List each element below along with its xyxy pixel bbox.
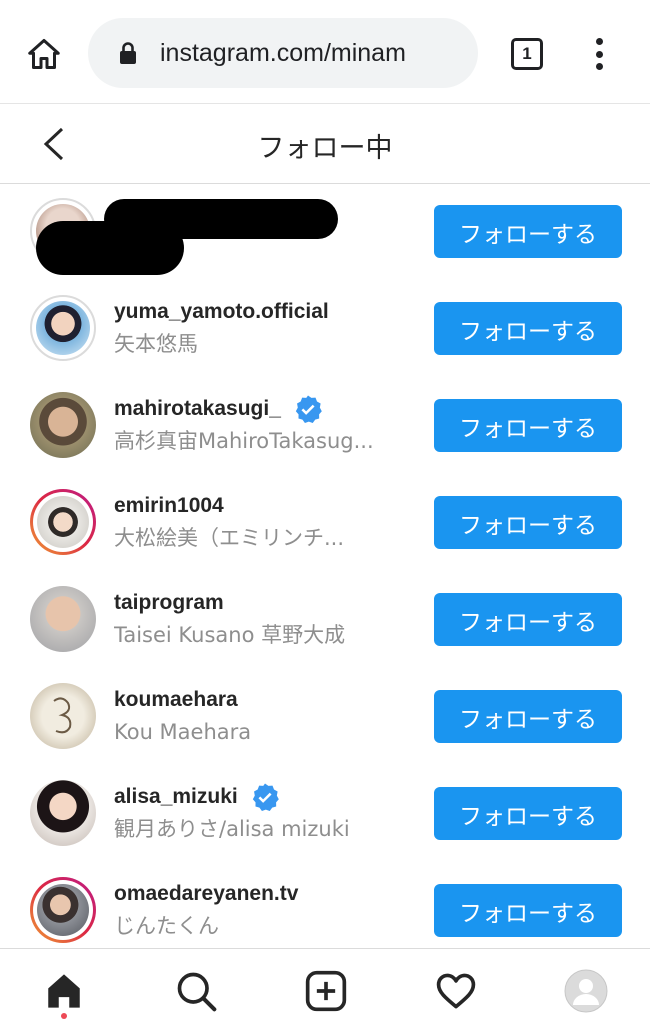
redaction-mark bbox=[36, 221, 184, 275]
home-icon[interactable] bbox=[40, 967, 88, 1015]
follow-button[interactable]: フォローする bbox=[434, 496, 622, 549]
list-item[interactable]: alisa_mizuki 観月ありさ/alisa mizuki フォローする bbox=[0, 767, 650, 864]
more-vert-icon[interactable] bbox=[586, 36, 612, 72]
full-name: Taisei Kusano 草野大成 bbox=[114, 623, 346, 647]
bottom-navigation bbox=[0, 948, 650, 1024]
home-icon[interactable] bbox=[22, 32, 66, 76]
list-item[interactable]: omaedareyanen.tv じんたくん フォローする bbox=[0, 864, 650, 947]
full-name: じんたくん bbox=[114, 914, 219, 938]
avatar[interactable] bbox=[30, 877, 96, 943]
follow-button[interactable]: フォローする bbox=[434, 690, 622, 743]
list-item[interactable]: taiprogram Taisei Kusano 草野大成 フォローする bbox=[0, 573, 650, 670]
lock-icon bbox=[116, 40, 140, 66]
search-icon[interactable] bbox=[172, 967, 220, 1015]
avatar[interactable] bbox=[30, 586, 96, 652]
follow-button[interactable]: フォローする bbox=[434, 205, 622, 258]
following-list: フォローする yuma_yamoto.official 矢本悠馬 フォローする … bbox=[0, 185, 650, 947]
full-name: 高杉真宙MahiroTakasug... bbox=[114, 429, 374, 453]
full-name: 大松絵美（エミリンチ... bbox=[114, 526, 345, 550]
follow-button[interactable]: フォローする bbox=[434, 593, 622, 646]
list-item[interactable]: mahirotakasugi_ 高杉真宙MahiroTakasug... フォロ… bbox=[0, 379, 650, 476]
full-name: Kou Maehara bbox=[114, 720, 252, 744]
page-title: フォロー中 bbox=[257, 133, 393, 164]
list-item[interactable]: フォローする bbox=[0, 185, 650, 282]
full-name: 観月ありさ/alisa mizuki bbox=[114, 817, 350, 841]
verified-badge-icon bbox=[250, 782, 280, 812]
profile-avatar-icon[interactable] bbox=[562, 967, 610, 1015]
active-indicator bbox=[61, 1013, 67, 1019]
username[interactable]: alisa_mizuki bbox=[114, 785, 238, 809]
list-item[interactable]: yuma_yamoto.official 矢本悠馬 フォローする bbox=[0, 282, 650, 379]
browser-toolbar: instagram.com/minam 1 bbox=[0, 0, 650, 104]
username[interactable]: taiprogram bbox=[114, 591, 224, 615]
full-name: 矢本悠馬 bbox=[114, 332, 198, 356]
avatar[interactable] bbox=[30, 295, 96, 361]
username[interactable]: yuma_yamoto.official bbox=[114, 300, 329, 324]
page-header: フォロー中 bbox=[0, 104, 650, 184]
list-item[interactable]: emirin1004 大松絵美（エミリンチ... フォローする bbox=[0, 476, 650, 573]
follow-button[interactable]: フォローする bbox=[434, 302, 622, 355]
url-text: instagram.com/minam bbox=[160, 38, 406, 67]
follow-button[interactable]: フォローする bbox=[434, 884, 622, 937]
activity-heart-icon[interactable] bbox=[432, 967, 480, 1015]
follow-button[interactable]: フォローする bbox=[434, 787, 622, 840]
tab-switcher-button[interactable]: 1 bbox=[511, 38, 543, 70]
username[interactable]: koumaehara bbox=[114, 688, 238, 712]
avatar[interactable] bbox=[30, 780, 96, 846]
follow-button[interactable]: フォローする bbox=[434, 399, 622, 452]
list-item[interactable]: koumaehara Kou Maehara フォローする bbox=[0, 670, 650, 767]
verified-badge-icon bbox=[293, 394, 323, 424]
avatar[interactable] bbox=[30, 392, 96, 458]
username[interactable]: omaedareyanen.tv bbox=[114, 882, 298, 906]
address-bar[interactable]: instagram.com/minam bbox=[88, 18, 478, 88]
username[interactable]: emirin1004 bbox=[114, 494, 224, 518]
new-post-icon[interactable] bbox=[302, 967, 350, 1015]
avatar[interactable] bbox=[30, 683, 96, 749]
username[interactable]: mahirotakasugi_ bbox=[114, 397, 281, 421]
avatar[interactable] bbox=[30, 489, 96, 555]
